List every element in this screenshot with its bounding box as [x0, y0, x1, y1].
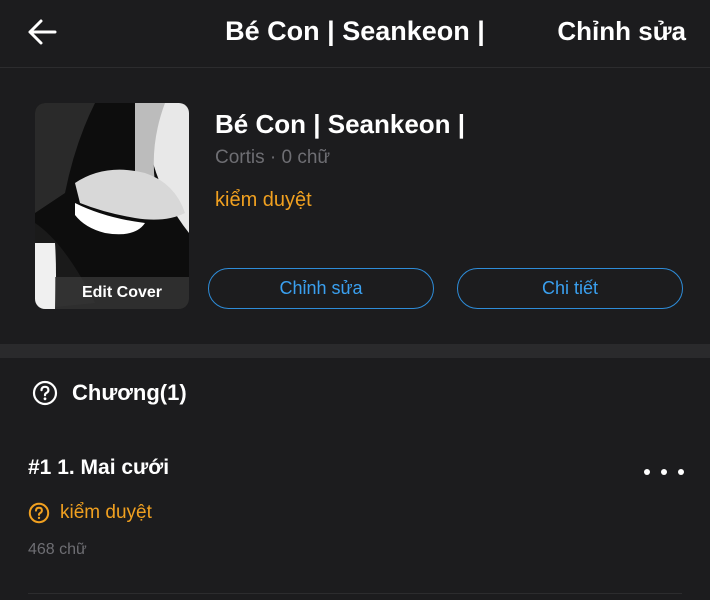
story-status: kiểm duyệt: [215, 189, 312, 211]
edit-cover-label: Edit Cover: [55, 277, 189, 309]
edit-button-top[interactable]: Chỉnh sửa: [557, 16, 686, 47]
story-meta: Cortis · 0 chữ: [215, 147, 331, 168]
question-circle-icon[interactable]: [32, 380, 58, 406]
chapter-title[interactable]: #1 1. Mai cưới: [28, 456, 169, 480]
chapter-item[interactable]: #1 1. Mai cưới kiểm duyệt 468 chữ: [0, 440, 710, 590]
chapters-title: Chương(1): [72, 380, 187, 405]
story-title: Bé Con | Seankeon |: [215, 109, 466, 139]
chapter-status-text: kiểm duyệt: [60, 502, 152, 523]
more-dots-icon: [644, 469, 650, 475]
edit-story-button[interactable]: Chỉnh sửa: [208, 268, 434, 309]
question-circle-icon: [28, 502, 50, 524]
details-button[interactable]: Chi tiết: [457, 268, 683, 309]
chapter-word-count: 468 chữ: [28, 541, 87, 558]
chapters-header: Chương(1): [32, 378, 187, 408]
top-bar: Bé Con | Seankeon | Chỉnh sửa: [0, 0, 710, 68]
section-divider: [0, 344, 710, 358]
more-dot: [661, 469, 667, 475]
list-divider: [28, 593, 682, 594]
story-header: Edit Cover Bé Con | Seankeon | Cortis · …: [0, 69, 710, 344]
more-dot: [678, 469, 684, 475]
chapter-status: kiểm duyệt: [28, 502, 152, 524]
more-options-button[interactable]: [644, 462, 684, 482]
story-cover[interactable]: Edit Cover: [35, 103, 189, 309]
